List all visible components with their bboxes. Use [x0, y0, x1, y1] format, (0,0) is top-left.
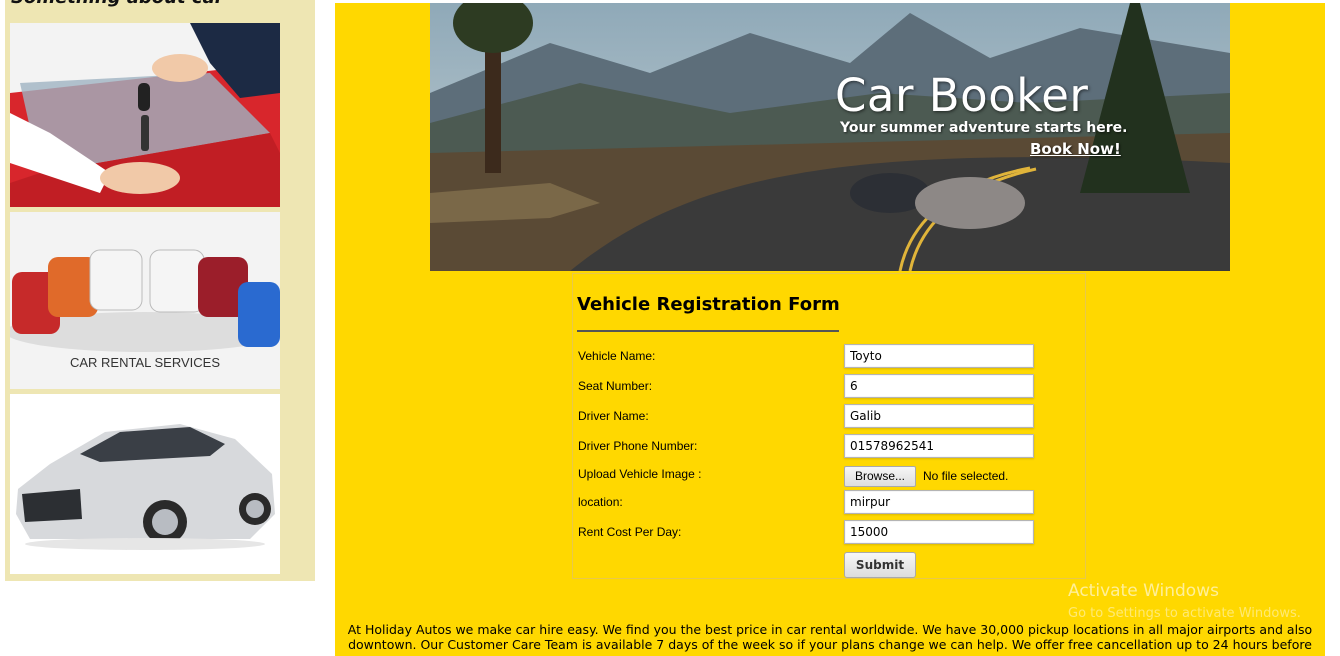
main-content: Car Booker Your summer adventure starts … — [335, 3, 1325, 656]
driver-phone-input[interactable] — [844, 434, 1034, 458]
sidebar: Something about car CAR RENTA — [5, 0, 315, 581]
sidebar-title: Something about car — [11, 0, 224, 8]
form-title-divider — [577, 330, 839, 332]
svg-text:CAR RENTAL SERVICES: CAR RENTAL SERVICES — [70, 355, 220, 370]
seat-number-input[interactable] — [844, 374, 1034, 398]
activate-windows-subtitle: Go to Settings to activate Windows. — [1068, 606, 1301, 621]
form-title: Vehicle Registration Form — [577, 294, 840, 315]
banner-tagline: Your summer adventure starts here. — [840, 120, 1128, 136]
silver-sedan-image — [10, 394, 280, 574]
car-key-handover-image — [10, 23, 280, 207]
vehicle-registration-form: Vehicle Registration Form Vehicle Name: … — [572, 273, 1086, 579]
seat-number-label: Seat Number: — [578, 379, 653, 393]
vehicle-name-label: Vehicle Name: — [578, 349, 656, 363]
car-booker-banner: Car Booker Your summer adventure starts … — [430, 3, 1230, 271]
rent-cost-label: Rent Cost Per Day: — [578, 525, 682, 539]
footer-description: At Holiday Autos we make car hire easy. … — [347, 622, 1313, 652]
submit-button[interactable]: Submit — [844, 552, 916, 578]
driver-name-input[interactable] — [844, 404, 1034, 428]
activate-windows-title: Activate Windows — [1068, 581, 1219, 601]
driver-phone-label: Driver Phone Number: — [578, 439, 698, 453]
location-label: location: — [578, 495, 623, 509]
vehicle-name-input[interactable] — [844, 344, 1034, 368]
upload-vehicle-image-label: Upload Vehicle Image : — [578, 467, 702, 481]
location-input[interactable] — [844, 490, 1034, 514]
book-now-link[interactable]: Book Now! — [1030, 140, 1121, 158]
driver-name-label: Driver Name: — [578, 409, 649, 423]
browse-file-button[interactable]: Browse... — [844, 466, 916, 487]
file-status-text: No file selected. — [923, 469, 1009, 483]
banner-title: Car Booker — [835, 69, 1089, 122]
car-rental-services-image: CAR RENTAL SERVICES — [10, 212, 280, 389]
rent-cost-input[interactable] — [844, 520, 1034, 544]
